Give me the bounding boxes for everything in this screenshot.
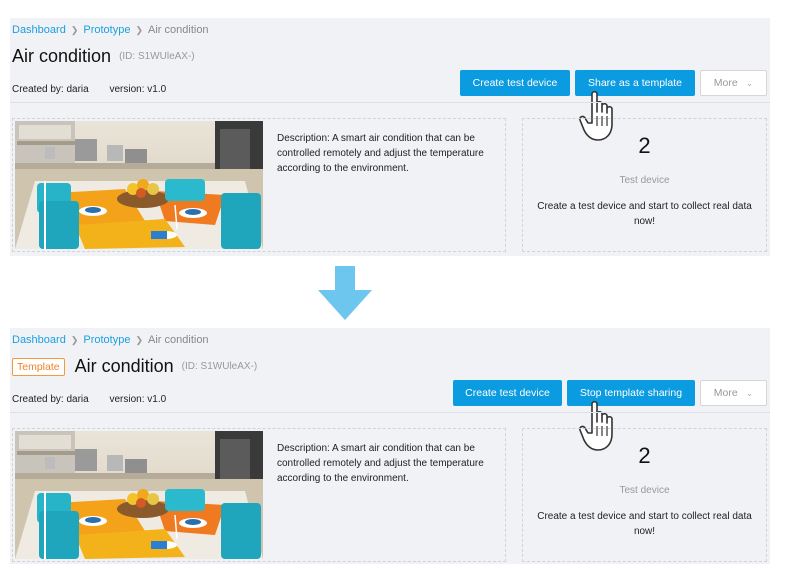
chevron-down-icon: ⌄	[745, 77, 754, 88]
test-device-card: 2 Test device Create a test device and s…	[522, 428, 767, 562]
breadcrumb-current: Air condition	[148, 24, 209, 36]
breadcrumb-prototype-link[interactable]: Prototype	[83, 334, 130, 346]
title-row: Template Air condition (ID: S1WUleAX-)	[12, 356, 257, 377]
device-meta: Created by: daria version: v1.0	[12, 394, 166, 405]
device-id: (ID: S1WUleAX-)	[181, 361, 258, 372]
device-description: Description: A smart air condition that …	[277, 133, 484, 174]
device-info-card: Description: A smart air condition that …	[12, 428, 506, 562]
device-photo	[15, 431, 263, 559]
breadcrumb-current: Air condition	[148, 334, 209, 346]
breadcrumb-prototype-link[interactable]: Prototype	[83, 24, 130, 36]
test-device-cta: Create a test device and start to collec…	[537, 201, 752, 227]
breadcrumb: Dashboard ❯ Prototype ❯ Air condition	[12, 24, 209, 36]
created-by: Created by: daria	[12, 394, 89, 405]
created-by: Created by: daria	[12, 84, 89, 95]
device-id: (ID: S1WUleAX-)	[119, 51, 195, 62]
version: version: v1.0	[109, 84, 167, 95]
before-panel: Dashboard ❯ Prototype ❯ Air condition Air co…	[10, 18, 770, 256]
test-device-cta: Create a test device and start to collec…	[537, 511, 752, 537]
test-device-label: Test device	[619, 175, 670, 186]
chevron-right-icon: ❯	[135, 25, 144, 35]
device-info-card: Description: A smart air condition that …	[12, 118, 506, 252]
chevron-down-icon: ⌄	[745, 387, 754, 398]
chevron-right-icon: ❯	[70, 25, 79, 35]
down-arrow-icon	[318, 266, 372, 320]
divider	[10, 102, 770, 103]
chevron-right-icon: ❯	[135, 335, 144, 345]
title-row: Air condition (ID: S1WUleAX-)	[12, 46, 195, 67]
page-title: Air condition	[12, 46, 112, 66]
breadcrumb: Dashboard ❯ Prototype ❯ Air condition	[12, 334, 209, 346]
test-device-card: 2 Test device Create a test device and s…	[522, 118, 767, 252]
breadcrumb-dashboard-link[interactable]: Dashboard	[12, 24, 66, 36]
more-label: More	[713, 387, 738, 399]
test-device-label: Test device	[619, 485, 670, 496]
device-photo	[15, 121, 263, 249]
test-device-count: 2	[638, 443, 651, 468]
create-test-device-button[interactable]: Create test device	[460, 70, 570, 96]
breadcrumb-dashboard-link[interactable]: Dashboard	[12, 334, 66, 346]
version: version: v1.0	[109, 394, 167, 405]
test-device-count: 2	[638, 133, 651, 158]
more-label: More	[713, 77, 738, 89]
divider	[10, 412, 770, 413]
device-meta: Created by: daria version: v1.0	[12, 84, 166, 95]
more-dropdown[interactable]: More ⌄	[700, 70, 767, 96]
more-dropdown[interactable]: More ⌄	[700, 380, 767, 406]
template-tag: Template	[12, 357, 65, 376]
after-panel: Dashboard ❯ Prototype ❯ Air condition Templa…	[10, 328, 770, 564]
chevron-right-icon: ❯	[70, 335, 79, 345]
device-description: Description: A smart air condition that …	[277, 443, 484, 484]
page-title: Air condition	[74, 356, 174, 376]
create-test-device-button[interactable]: Create test device	[453, 380, 562, 406]
